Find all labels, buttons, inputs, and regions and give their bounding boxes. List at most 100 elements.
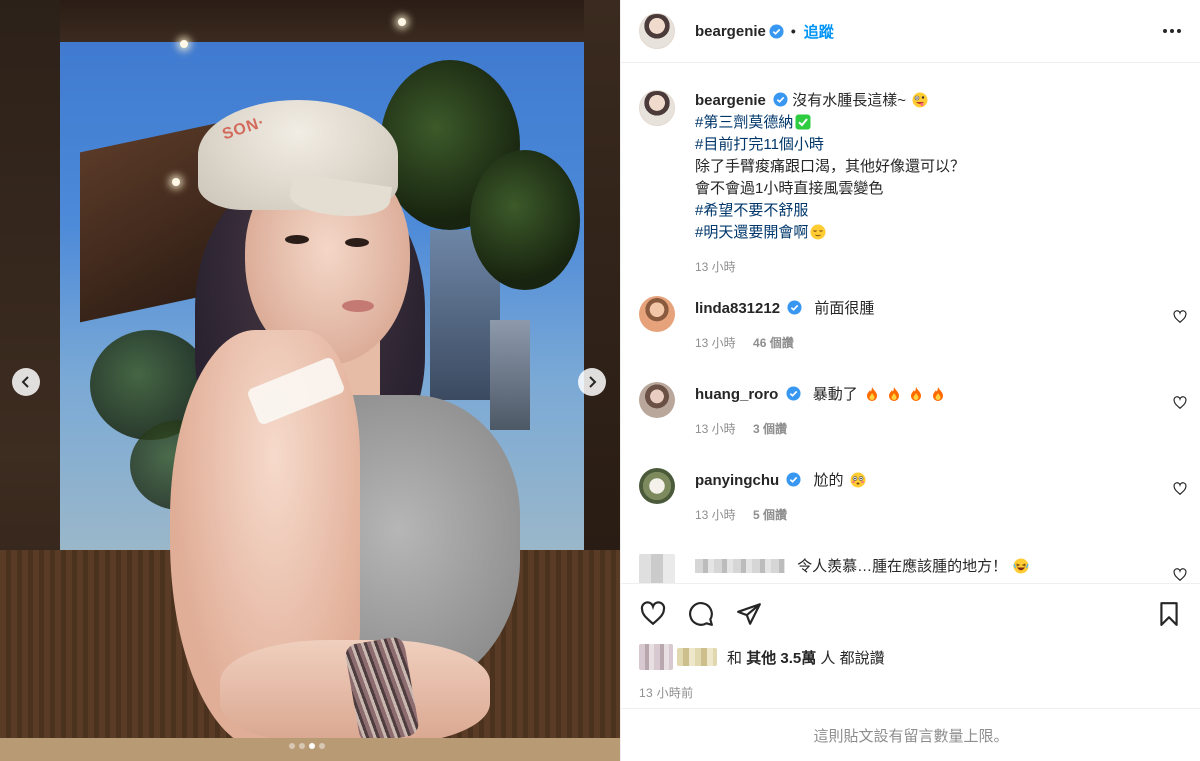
follow-button[interactable]: 追蹤 [804,21,834,42]
comment-meta: 13 小時 46 個讚 [695,334,1187,351]
verified-badge-icon [787,300,802,315]
caption-time[interactable]: 13 小時 [695,260,736,274]
photo-eye [345,238,369,247]
comment-text: linda831212 前面很腫 [695,298,1187,320]
hashtag-link[interactable]: #希望不要不舒服 [695,200,1175,222]
bookmark-icon [1160,601,1178,626]
comment-content: 前面很腫 [814,300,875,317]
likes-summary: 和 其他 3.5萬 人 都說讚 [639,644,885,670]
comment-likes-count[interactable]: 46 個讚 [753,336,794,350]
verified-badge-icon [769,23,784,39]
caption-text-line: 會不會過1小時直接風雲變色 [695,180,884,197]
comment-likes-count[interactable]: 3 個讚 [753,422,787,436]
photo-table-edge [0,738,620,761]
comment-like-heart-icon[interactable] [1173,396,1187,410]
comment-item: panyingchu 尬的 13 小時 5 個讚 [639,468,1187,523]
comment-username[interactable]: huang_roro [695,386,778,403]
post-side-panel: beargenie • 追蹤 beargenie 沒有水腫長這樣~ #第三劑莫德… [620,0,1200,761]
fire-emoji-icon [911,387,922,401]
chevron-right-icon [589,376,597,388]
fire-emoji-icon [866,387,877,401]
flushed-face-emoji-icon [850,472,866,488]
photo-eye [285,235,309,244]
comment-time[interactable]: 13 小時 [695,422,736,436]
zany-face-emoji-icon [912,92,928,108]
fire-emoji-icon [889,387,900,401]
post-actions [621,583,1200,643]
header-user: beargenie • 追蹤 [695,21,834,42]
more-options-button[interactable] [1160,19,1184,43]
caption-text: beargenie 沒有水腫長這樣~ #第三劑莫德納 #目前打完11個小時 除了… [695,90,1175,244]
avatar[interactable] [639,13,675,49]
comment-like-heart-icon[interactable] [1173,310,1187,324]
caption-text-line: 除了手臂痠痛跟口渴，其他好像還可以？ [695,158,966,175]
hashtag-link[interactable]: #目前打完11個小時 [695,134,1175,156]
comment-text: 令人羨慕…腫在應該腫的地方！ [695,556,1187,578]
likes-text[interactable]: 和 其他 3.5萬 人 都說讚 [727,647,885,668]
comment-bubble-icon [689,601,713,626]
liker-name-blurred[interactable] [677,648,717,666]
caption-username[interactable]: beargenie [695,92,766,109]
comment-content: 令人羨慕…腫在應該腫的地方！ [797,558,1008,575]
save-button[interactable] [1155,600,1183,628]
comment-body: linda831212 前面很腫 13 小時 46 個讚 [695,296,1187,351]
comment-meta: 13 小時 5 個讚 [695,506,1187,523]
comment-item: huang_roro 暴動了 13 小時 3 個讚 [639,382,1187,437]
comment-item: linda831212 前面很腫 13 小時 46 個讚 [639,296,1187,351]
heart-icon [640,600,666,625]
post-caption: beargenie 沒有水腫長這樣~ #第三劑莫德納 #目前打完11個小時 除了… [639,90,1175,275]
comment-item: 令人羨慕…腫在應該腫的地方！ [639,554,1187,584]
comment-likes-count[interactable]: 5 個讚 [753,508,787,522]
hashtag-text: #明天還要開會啊 [695,224,809,241]
carousel-indicator [289,743,325,749]
likes-count: 3.5萬 [780,649,817,667]
photo-light [172,178,180,186]
verified-badge-icon [786,472,801,487]
carousel-dot [319,743,325,749]
comment-username-blurred[interactable] [695,559,785,573]
comment-like-heart-icon[interactable] [1173,482,1187,496]
comment-time[interactable]: 13 小時 [695,336,736,350]
carousel-prev-button[interactable] [12,368,40,396]
caption-body: beargenie 沒有水腫長這樣~ #第三劑莫德納 #目前打完11個小時 除了… [695,90,1175,275]
avatar[interactable] [639,554,675,584]
comment-text: panyingchu 尬的 [695,470,1187,492]
ellipsis-icon [1163,29,1181,33]
hashtag-link[interactable]: #第三劑莫德納 [695,112,1175,134]
comment-meta: 13 小時 3 個讚 [695,420,1187,437]
hashtag-link[interactable]: #明天還要開會啊 [695,222,1175,244]
comment-text: huang_roro 暴動了 [695,384,1187,406]
avatar[interactable] [639,468,675,504]
laughing-emoji-icon [1013,558,1029,574]
carousel-dot [309,743,315,749]
hashtag-text: #第三劑莫德納 [695,114,794,131]
author-username[interactable]: beargenie [695,23,766,40]
caption-meta: 13 小時 [695,258,1175,275]
caption-line1: 沒有水腫長這樣~ [792,92,906,109]
photo-frame-top [0,0,620,42]
photo-light [180,40,188,48]
comment-body: panyingchu 尬的 13 小時 5 個讚 [695,468,1187,523]
post-media: SON· [0,0,620,761]
liker-avatar-blurred[interactable] [639,644,673,670]
carousel-next-button[interactable] [578,368,606,396]
check-mark-button-emoji-icon [795,114,811,130]
post-timestamp[interactable]: 13 小時前 [639,684,693,701]
avatar[interactable] [639,382,675,418]
comment-button[interactable] [687,600,715,628]
comment-username[interactable]: panyingchu [695,472,779,489]
comment-username[interactable]: linda831212 [695,300,780,317]
avatar[interactable] [639,296,675,332]
comment-like-heart-icon[interactable] [1173,568,1187,582]
comment-body: 令人羨慕…腫在應該腫的地方！ [695,554,1187,584]
like-button[interactable] [639,600,667,628]
paper-plane-icon [737,602,761,625]
comment-content: 尬的 [813,472,844,489]
avatar[interactable] [639,90,675,126]
chevron-left-icon [21,376,29,388]
likes-suffix: 人 都說讚 [820,649,885,667]
comment-time[interactable]: 13 小時 [695,508,736,522]
photo-light [398,18,406,26]
share-button[interactable] [735,600,763,628]
verified-badge-icon [785,386,801,401]
